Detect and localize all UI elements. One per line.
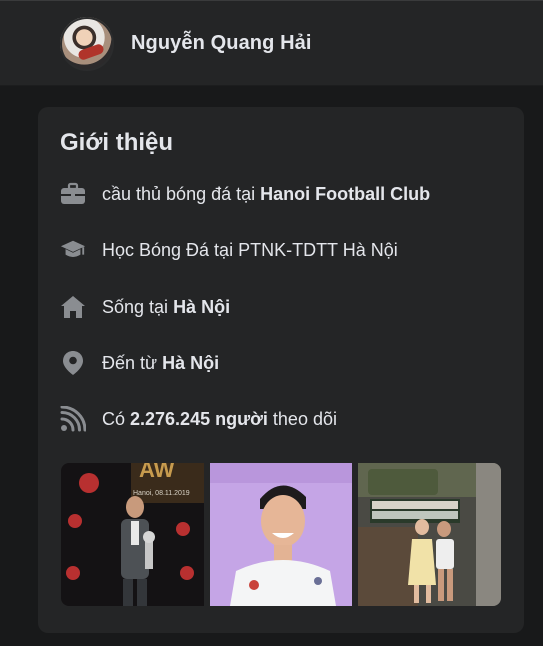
intro-row-from: Đến từ Hà Nội <box>60 349 219 377</box>
profile-header-bar: Nguyễn Quang Hải <box>0 0 543 86</box>
home-icon <box>60 294 86 320</box>
featured-photo-couple[interactable] <box>358 463 502 606</box>
from-link[interactable]: Hà Nội <box>162 353 219 373</box>
profile-name[interactable]: Nguyễn Quang Hải <box>131 32 312 55</box>
work-link[interactable]: Hanoi Football Club <box>260 184 430 204</box>
intro-row-followers: Có 2.276.245 người theo dõi <box>60 405 337 433</box>
rss-feed-icon <box>60 406 86 432</box>
avatar[interactable] <box>60 17 114 71</box>
intro-title: Giới thiệu <box>60 129 174 156</box>
lives-in-link[interactable]: Hà Nội <box>173 297 230 317</box>
intro-row-text: Đến từ Hà Nội <box>102 352 220 373</box>
intro-row-education: Học Bóng Đá tại PTNK-TDTT Hà Nội <box>60 236 398 264</box>
intro-row-text: Có 2.276.245 người theo dõi <box>102 408 337 429</box>
featured-photo-award[interactable]: AW Hanoi, 08.11.2019 <box>61 463 204 606</box>
featured-photo-portrait[interactable] <box>209 463 353 606</box>
intro-row-text: cầu thủ bóng đá tại Hanoi Football Club <box>102 183 431 204</box>
photo-caption: Hanoi, 08.11.2019 <box>133 490 190 497</box>
intro-row-lives-in: Sống tại Hà Nội <box>60 293 230 321</box>
location-pin-icon <box>60 350 86 376</box>
intro-card: Giới thiệu cầu thủ bóng đá tại Hanoi Foo… <box>38 107 524 633</box>
svg-text:AW: AW <box>139 463 175 482</box>
featured-photos: AW Hanoi, 08.11.2019 <box>61 463 502 606</box>
briefcase-icon <box>60 181 86 207</box>
intro-row-text: Học Bóng Đá tại PTNK-TDTT Hà Nội <box>102 239 398 260</box>
intro-row-work: cầu thủ bóng đá tại Hanoi Football Club <box>60 180 430 208</box>
intro-row-text: Sống tại Hà Nội <box>102 296 231 317</box>
followers-count[interactable]: 2.276.245 người <box>130 409 268 429</box>
graduation-cap-icon <box>60 237 86 263</box>
